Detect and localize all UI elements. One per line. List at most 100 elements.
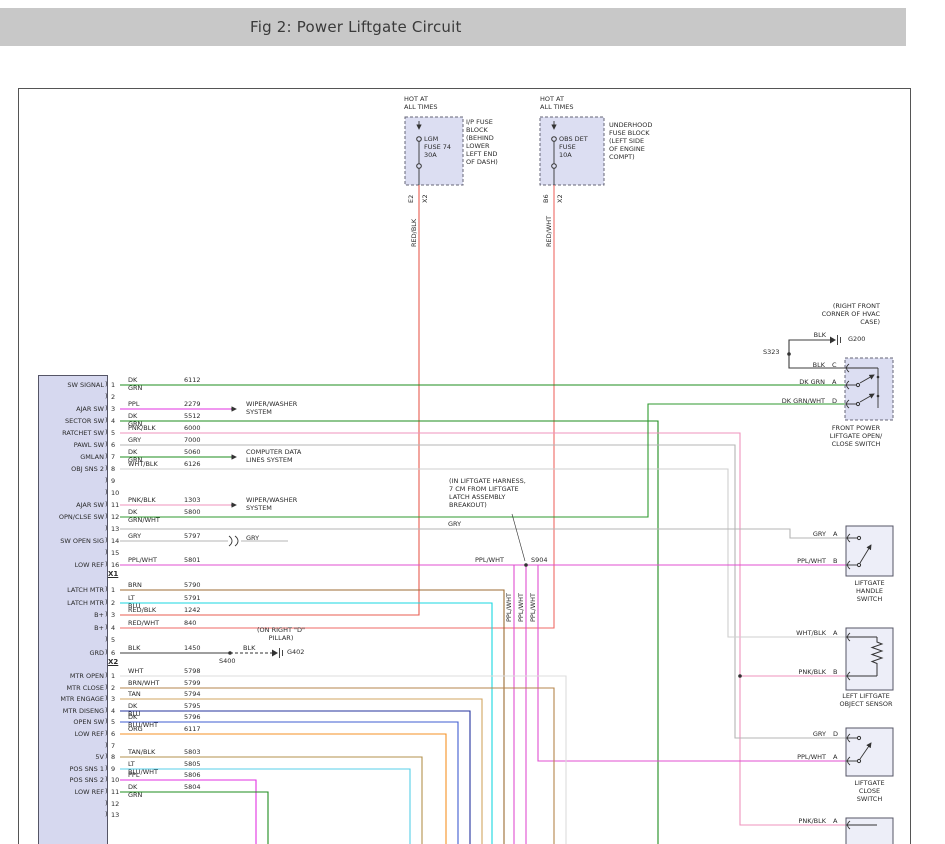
pin-socket: ) bbox=[105, 717, 108, 725]
liftgate-handle-switch-symbol bbox=[846, 526, 893, 576]
pin-letter: A bbox=[833, 530, 837, 538]
pin-number: 14 bbox=[111, 537, 119, 545]
pin-function-label: LATCH MTR bbox=[40, 599, 104, 607]
circuit-number: 5512 bbox=[184, 412, 201, 420]
pin-function-label: PAWL SW bbox=[40, 441, 104, 449]
system-ref-computer-data: COMPUTER DATA LINES SYSTEM bbox=[246, 448, 301, 464]
pin-function-label: MTR OPEN bbox=[40, 672, 104, 680]
pin-socket: ) bbox=[105, 512, 108, 520]
wire-label-blk-g200: BLK bbox=[790, 331, 826, 339]
wire-color-label: TAN/BLK bbox=[128, 748, 155, 756]
pin-socket: ) bbox=[105, 598, 108, 606]
wire-color-label: BLK bbox=[128, 644, 140, 652]
pin-letter: D bbox=[833, 730, 838, 738]
fuse-name-obs-det: OBS DET FUSE 10A bbox=[559, 135, 588, 159]
pin-number: 1 bbox=[111, 672, 115, 680]
pin-function-label: RATCHET SW bbox=[40, 429, 104, 437]
pin-socket: ) bbox=[105, 524, 108, 532]
pin-socket: ) bbox=[105, 428, 108, 436]
pin-letter: C bbox=[832, 361, 837, 369]
pin-function-label: MTR CLOSE bbox=[40, 684, 104, 692]
wire-color-label: PPL/WHT bbox=[128, 556, 157, 564]
pin-wire-label: BLK bbox=[745, 361, 825, 369]
wire-label-ppl-wht-s904: PPL/WHT bbox=[475, 556, 504, 564]
wire-color-label: PNK/BLK bbox=[128, 424, 156, 432]
circuit-number: 5791 bbox=[184, 594, 201, 602]
pin-number: 4 bbox=[111, 707, 115, 715]
circuit-number: 5795 bbox=[184, 702, 201, 710]
circuit-number: 6117 bbox=[184, 725, 201, 733]
pin-function-label: GRD bbox=[40, 649, 104, 657]
wire-color-label: WHT/BLK bbox=[128, 460, 158, 468]
system-reference-arrows bbox=[231, 409, 236, 505]
circuit-number: 5799 bbox=[184, 679, 201, 687]
fuse-bank-x2-right: X2 bbox=[556, 194, 564, 203]
pin-number: 10 bbox=[111, 776, 119, 784]
circuit-number: 5794 bbox=[184, 690, 201, 698]
wire-label-red-blk: RED/BLK bbox=[410, 219, 418, 247]
splice-s323-label: S323 bbox=[763, 348, 780, 356]
pin-function-label: 5V bbox=[40, 753, 104, 761]
pin-function-label: LOW REF bbox=[40, 561, 104, 569]
wire-color-label: ORG bbox=[128, 725, 143, 733]
front-power-liftgate-switch-symbol bbox=[845, 358, 893, 420]
pin-socket: ) bbox=[105, 416, 108, 424]
pin-letter: A bbox=[832, 378, 836, 386]
pin-socket: ) bbox=[105, 392, 108, 400]
pin-number: 3 bbox=[111, 611, 115, 619]
hot-at-all-times-label-right: HOT AT ALL TIMES bbox=[540, 95, 573, 111]
pin-number: 16 bbox=[111, 561, 119, 569]
fuse-terminal-e2: E2 bbox=[407, 195, 415, 203]
circuit-number: 5801 bbox=[184, 556, 201, 564]
pin-number: 5 bbox=[111, 429, 115, 437]
circuit-number: 5796 bbox=[184, 713, 201, 721]
circuit-number: 2279 bbox=[184, 400, 201, 408]
pin-number: 6 bbox=[111, 441, 115, 449]
pin-function-label: LOW REF bbox=[40, 730, 104, 738]
pin-function-label: POS SNS 2 bbox=[40, 776, 104, 784]
pin-socket: ) bbox=[105, 440, 108, 448]
circuit-number: 1303 bbox=[184, 496, 201, 504]
pin-function-label: LATCH MTR bbox=[40, 586, 104, 594]
circuit-number: 5060 bbox=[184, 448, 201, 456]
pin-socket: ) bbox=[105, 560, 108, 568]
pin-number: 2 bbox=[111, 684, 115, 692]
pin-socket: ) bbox=[105, 671, 108, 679]
pin-number: 6 bbox=[111, 649, 115, 657]
pin-letter: A bbox=[833, 817, 837, 825]
wire-break-symbol bbox=[229, 536, 238, 546]
pin-socket: ) bbox=[105, 476, 108, 484]
pin-function-label: MTR ENGAGE bbox=[40, 695, 104, 703]
pin-socket: ) bbox=[105, 635, 108, 643]
pin-socket: ) bbox=[105, 548, 108, 556]
pin-number: 5 bbox=[111, 636, 115, 644]
pin-socket: ) bbox=[105, 380, 108, 388]
ip-fuse-block-note: I/P FUSE BLOCK (BEHIND LOWER LEFT END OF… bbox=[466, 118, 498, 166]
pin-number: 15 bbox=[111, 549, 119, 557]
pin-number: 2 bbox=[111, 393, 115, 401]
pin-letter: A bbox=[833, 753, 837, 761]
pin-number: 7 bbox=[111, 742, 115, 750]
circuit-number: 1242 bbox=[184, 606, 201, 614]
pin-function-label: OBJ SNS 2 bbox=[40, 465, 104, 473]
pin-function-label: B+ bbox=[40, 624, 104, 632]
pin-socket: ) bbox=[105, 764, 108, 772]
pin-socket: ) bbox=[105, 694, 108, 702]
pin-wire-label: PNK/BLK bbox=[746, 668, 826, 676]
pin-number: 12 bbox=[111, 513, 119, 521]
ground-g402-label: G402 bbox=[287, 648, 304, 656]
pin-wire-label: GRY bbox=[746, 730, 826, 738]
pin-function-label: SECTOR SW bbox=[40, 417, 104, 425]
connector-id-x1: X1 bbox=[108, 570, 118, 578]
pin-socket: ) bbox=[105, 752, 108, 760]
pin-number: 6 bbox=[111, 730, 115, 738]
pillar-location-note: (ON RIGHT "D" PILLAR) bbox=[250, 626, 312, 642]
splice-s904 bbox=[512, 514, 528, 567]
pin-socket: ) bbox=[105, 810, 108, 818]
pin-function-label: SW OPEN SIG bbox=[40, 537, 104, 545]
front-power-liftgate-switch-caption: FRONT POWER LIFTGATE OPEN/ CLOSE SWITCH bbox=[818, 424, 894, 448]
pin-function-label: POS SNS 1 bbox=[40, 765, 104, 773]
circuit-number: 5803 bbox=[184, 748, 201, 756]
left-liftgate-object-sensor-caption: LEFT LIFTGATE OBJECT SENSOR bbox=[836, 692, 896, 708]
pin-letter: B bbox=[833, 557, 837, 565]
